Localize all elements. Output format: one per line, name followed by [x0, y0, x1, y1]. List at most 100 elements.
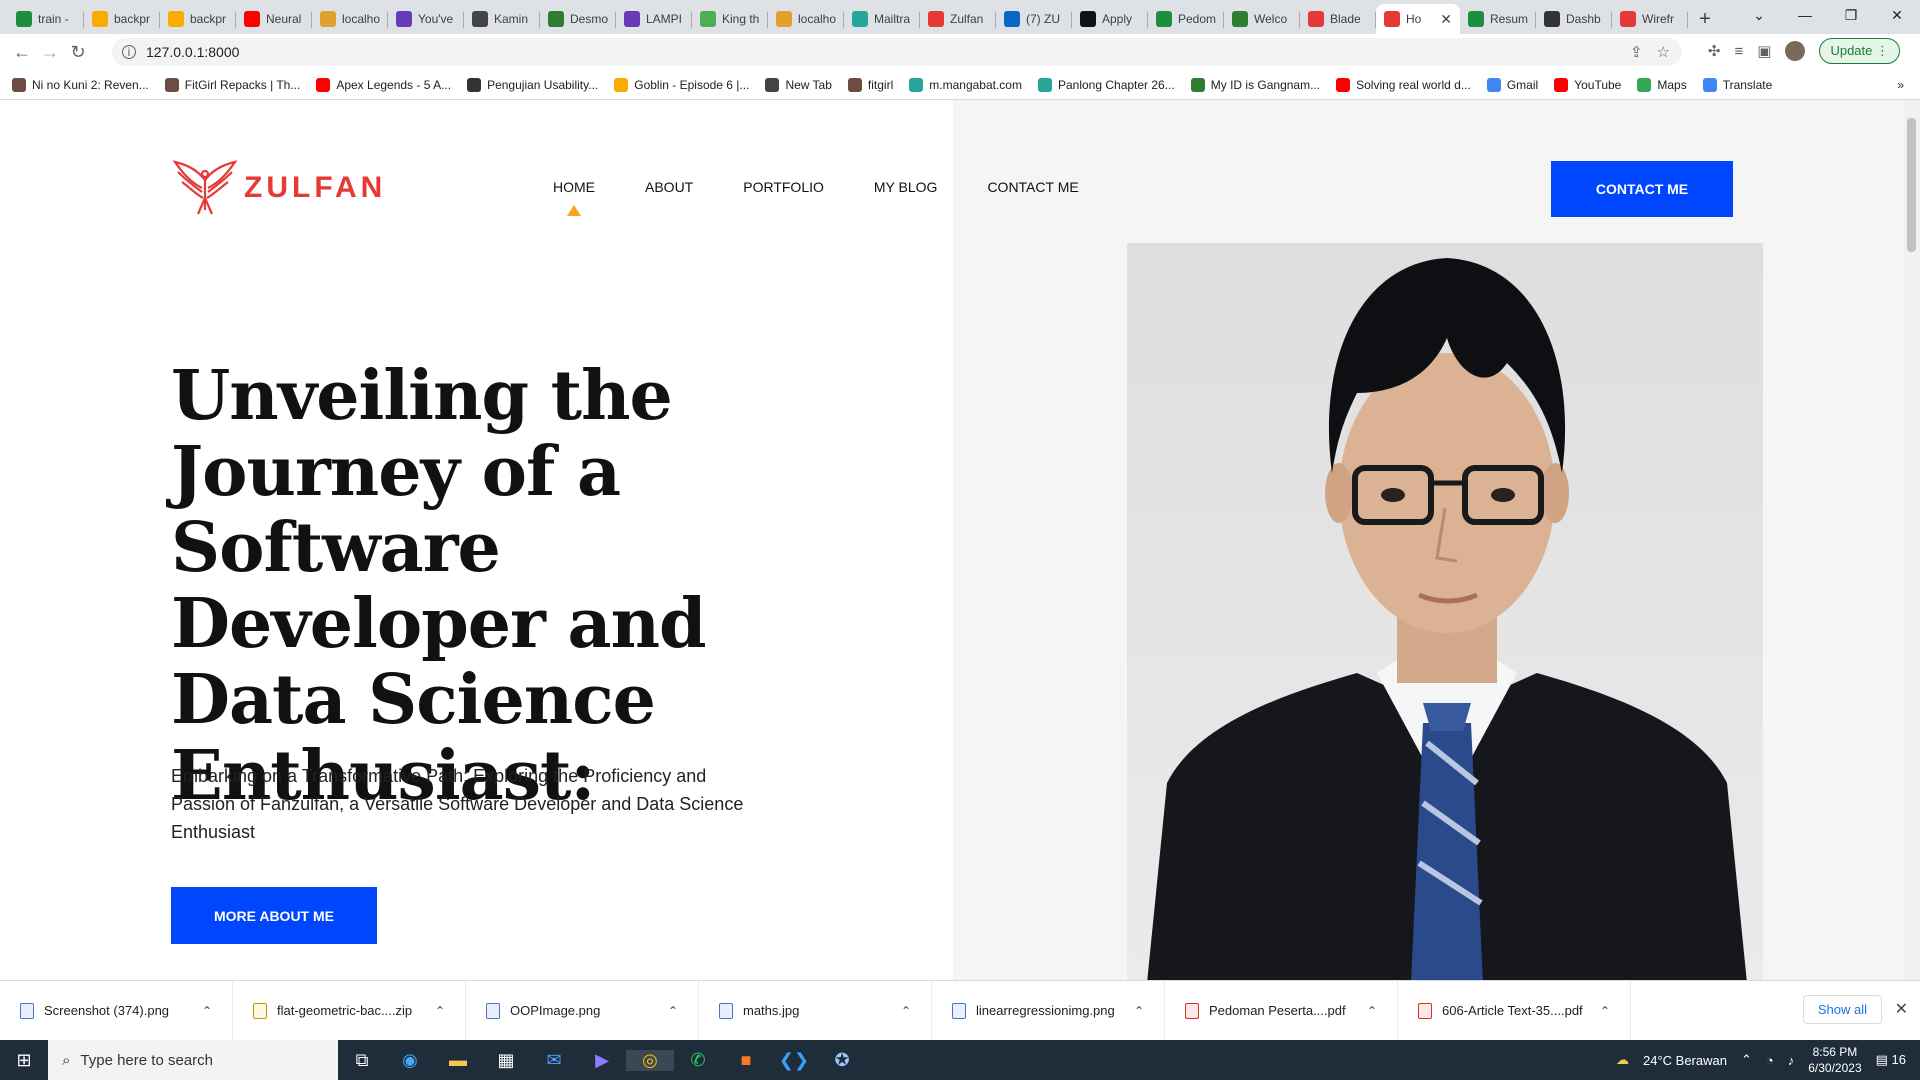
bookmark-item[interactable]: My ID is Gangnam...	[1190, 77, 1320, 92]
download-options-icon[interactable]: ⌃	[1367, 1004, 1377, 1018]
browser-tab[interactable]: Apply	[1072, 4, 1148, 34]
nav-portfolio[interactable]: PORTFOLIO	[743, 179, 824, 195]
new-tab-button[interactable]: +	[1688, 4, 1722, 34]
bookmark-item[interactable]: Translate	[1702, 77, 1772, 92]
download-item[interactable]: OOPImage.png ⌃	[466, 980, 699, 1041]
maximize-button[interactable]: ❐	[1828, 0, 1874, 30]
browser-tab[interactable]: localho	[312, 4, 388, 34]
nav-home[interactable]: HOME	[553, 179, 595, 195]
show-all-downloads-button[interactable]: Show all	[1802, 995, 1882, 1024]
page-scrollbar[interactable]	[1903, 100, 1920, 980]
bookmark-item[interactable]: Panlong Chapter 26...	[1037, 77, 1175, 92]
vscode-icon[interactable]: ❮❯	[770, 1050, 818, 1071]
more-about-me-button[interactable]: MORE ABOUT ME	[171, 887, 377, 944]
download-item[interactable]: Pedoman Peserta....pdf ⌃	[1165, 980, 1398, 1041]
bookmark-item[interactable]: New Tab	[765, 77, 832, 92]
download-item[interactable]: Screenshot (374).png ⌃	[0, 980, 233, 1041]
download-options-icon[interactable]: ⌃	[901, 1004, 911, 1018]
bookmark-item[interactable]: Gmail	[1486, 77, 1538, 92]
browser-tab[interactable]: Blade	[1300, 4, 1376, 34]
close-downloads-icon[interactable]: ✕	[1895, 999, 1908, 1019]
notifications-icon[interactable]: ▤ 16	[1876, 1052, 1906, 1068]
browser-tab[interactable]: Mailtra	[844, 4, 920, 34]
browser-tab[interactable]: LAMPI	[616, 4, 692, 34]
side-panel-icon[interactable]: ▣	[1757, 42, 1771, 60]
download-item[interactable]: linearregressionimg.png ⌃	[932, 980, 1165, 1041]
forward-button[interactable]: →	[36, 42, 64, 63]
download-options-icon[interactable]: ⌃	[668, 1004, 678, 1018]
weather-text[interactable]: 24°C Berawan	[1643, 1053, 1727, 1068]
download-options-icon[interactable]: ⌃	[202, 1004, 212, 1018]
xampp-icon[interactable]: ■	[722, 1050, 770, 1071]
site-info-icon[interactable]: i	[122, 45, 136, 59]
close-tab-icon[interactable]: ✕	[1440, 11, 1452, 28]
scrollbar-thumb[interactable]	[1907, 118, 1916, 252]
browser-tab[interactable]: backpr	[160, 4, 236, 34]
bookmark-star-icon[interactable]: ☆	[1657, 43, 1670, 61]
browser-tab[interactable]: localho	[768, 4, 844, 34]
profile-avatar[interactable]	[1785, 41, 1806, 61]
edge-icon[interactable]: ◉	[386, 1050, 434, 1071]
browser-tab[interactable]: Resum	[1460, 4, 1536, 34]
browser-tab[interactable]: Welco	[1224, 4, 1300, 34]
extensions-icon[interactable]: ✣	[1708, 42, 1721, 60]
nav-about[interactable]: ABOUT	[645, 179, 693, 195]
minimize-button[interactable]: —	[1782, 0, 1828, 30]
browser-tab[interactable]: Pedom	[1148, 4, 1224, 34]
network-icon[interactable]: ◔	[1766, 1053, 1774, 1068]
browser-tab[interactable]: You've	[388, 4, 464, 34]
store-icon[interactable]: ▦	[482, 1050, 530, 1071]
bookmark-item[interactable]: Maps	[1637, 77, 1687, 92]
weather-icon[interactable]: ☁	[1616, 1052, 1629, 1068]
browser-tab[interactable]: (7) ZU	[996, 4, 1072, 34]
windows-start-icon[interactable]: ⊞	[0, 1050, 48, 1071]
browser-tab[interactable]: Ho ✕	[1376, 4, 1460, 34]
bookmark-item[interactable]: Apex Legends - 5 A...	[316, 77, 451, 92]
tab-search-icon[interactable]: ⌄	[1736, 0, 1782, 30]
volume-icon[interactable]: ♪	[1788, 1053, 1795, 1068]
contact-me-button[interactable]: CONTACT ME	[1551, 161, 1733, 217]
download-item[interactable]: maths.jpg ⌃	[699, 980, 932, 1041]
bookmark-item[interactable]: fitgirl	[847, 77, 893, 92]
browser-tab[interactable]: Desmo	[540, 4, 616, 34]
share-icon[interactable]: ⇪	[1630, 43, 1643, 61]
download-options-icon[interactable]: ⌃	[435, 1004, 445, 1018]
chrome-icon[interactable]: ◎	[626, 1049, 674, 1071]
bookmark-item[interactable]: YouTube	[1554, 77, 1621, 92]
task-view-icon[interactable]: ⧉	[338, 1050, 386, 1071]
tray-chevron-icon[interactable]: ⌃	[1741, 1052, 1752, 1068]
browser-tab[interactable]: Wirefr	[1612, 4, 1688, 34]
download-options-icon[interactable]: ⌃	[1134, 1004, 1144, 1018]
bookmark-item[interactable]: m.mangabat.com	[909, 77, 1022, 92]
download-item[interactable]: 606-Article Text-35....pdf ⌃	[1398, 980, 1631, 1041]
bookmark-item[interactable]: Goblin - Episode 6 |...	[614, 77, 749, 92]
bookmark-item[interactable]: FitGirl Repacks | Th...	[164, 77, 300, 92]
address-bar[interactable]: i 127.0.0.1:8000 ⇪ ☆	[112, 38, 1682, 66]
bookmark-item[interactable]: Solving real world d...	[1336, 77, 1471, 92]
browser-tab[interactable]: Neural	[236, 4, 312, 34]
browser-tab[interactable]: King th	[692, 4, 768, 34]
browser-tab[interactable]: Kamin	[464, 4, 540, 34]
close-window-button[interactable]: ✕	[1874, 0, 1920, 30]
nav-my-blog[interactable]: MY BLOG	[874, 179, 938, 195]
more-bookmarks-icon[interactable]: »	[1897, 78, 1920, 92]
browser-tab[interactable]: Dashb	[1536, 4, 1612, 34]
nav-contact-me[interactable]: CONTACT ME	[987, 179, 1078, 195]
mail-icon[interactable]: ✉	[530, 1050, 578, 1071]
bookmark-item[interactable]: Pengujian Usability...	[467, 77, 598, 92]
file-explorer-icon[interactable]: ▬	[434, 1050, 482, 1071]
back-button[interactable]: ←	[8, 42, 36, 63]
media-player-icon[interactable]: ▶	[578, 1050, 626, 1071]
taskbar-search[interactable]: ⌕ Type here to search	[48, 1040, 338, 1080]
site-logo[interactable]: ZULFAN	[172, 158, 386, 218]
browser-tab[interactable]: backpr	[84, 4, 160, 34]
browser-tab[interactable]: Zulfan	[920, 4, 996, 34]
whatsapp-icon[interactable]: ✆	[674, 1050, 722, 1071]
clock[interactable]: 8:56 PM 6/30/2023	[1808, 1044, 1861, 1076]
download-options-icon[interactable]: ⌃	[1600, 1004, 1610, 1018]
bookmark-item[interactable]: Ni no Kuni 2: Reven...	[12, 77, 149, 92]
media-control-icon[interactable]: ≡	[1735, 43, 1744, 60]
reload-button[interactable]: ↻	[64, 42, 92, 63]
download-item[interactable]: flat-geometric-bac....zip ⌃	[233, 980, 466, 1041]
android-studio-icon[interactable]: ✪	[818, 1050, 866, 1071]
